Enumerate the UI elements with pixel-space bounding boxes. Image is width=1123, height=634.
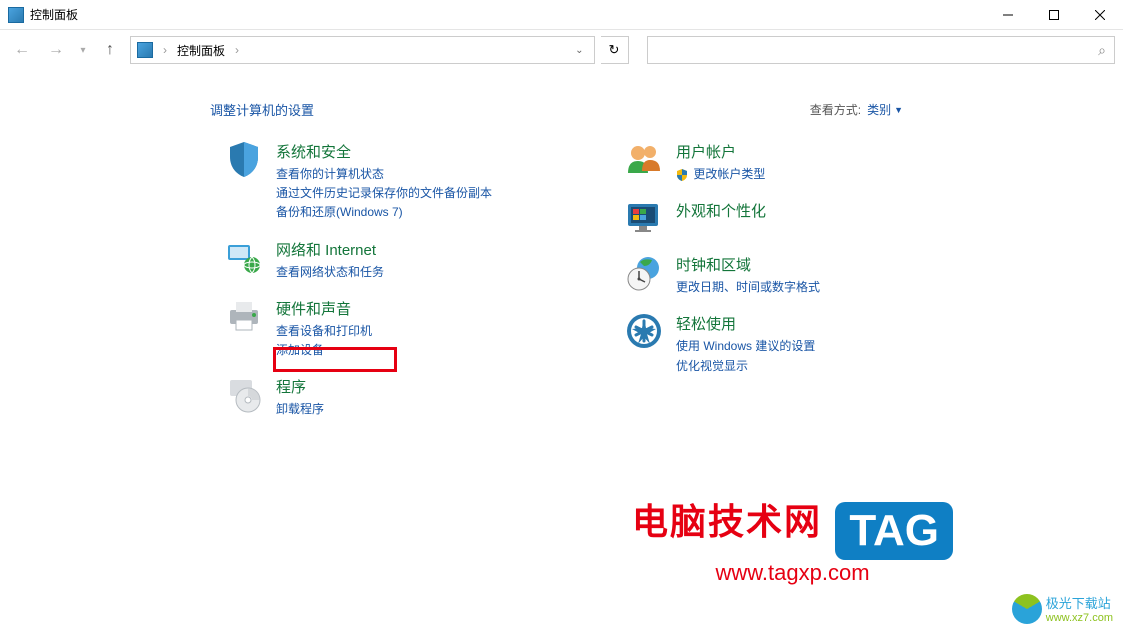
- watermark-xz7: 极光下载站 www.xz7.com: [1012, 593, 1113, 624]
- search-input[interactable]: [656, 43, 1099, 57]
- back-button[interactable]: ←: [8, 36, 36, 64]
- category-link[interactable]: 通过文件历史记录保存你的文件备份副本: [276, 184, 492, 203]
- category-link[interactable]: 备份和还原(Windows 7): [276, 203, 492, 222]
- category-programs: 程序 卸载程序: [224, 374, 544, 419]
- disc-icon: [224, 374, 264, 414]
- content-area: 调整计算机的设置 查看方式: 类别 ▼ 系统和安全 查看: [0, 70, 1123, 419]
- category-hardware: 硬件和声音 查看设备和打印机 添加设备: [224, 296, 544, 360]
- window-title: 控制面板: [30, 6, 78, 23]
- category-title[interactable]: 硬件和声音: [276, 298, 372, 319]
- category-title[interactable]: 程序: [276, 376, 324, 397]
- view-by-control: 查看方式: 类别 ▼: [810, 101, 903, 118]
- ease-of-access-icon: [624, 311, 664, 351]
- view-by-dropdown[interactable]: 类别 ▼: [867, 101, 903, 118]
- minimize-button[interactable]: [985, 0, 1031, 30]
- category-link[interactable]: 使用 Windows 建议的设置: [676, 337, 815, 356]
- titlebar: 控制面板: [0, 0, 1123, 30]
- chevron-right-icon: ›: [163, 43, 167, 57]
- chevron-down-icon: ▼: [894, 105, 903, 115]
- category-system-security: 系统和安全 查看你的计算机状态 通过文件历史记录保存你的文件备份副本 备份和还原…: [224, 139, 544, 223]
- category-link[interactable]: 优化视觉显示: [676, 357, 815, 376]
- category-title[interactable]: 时钟和区域: [676, 254, 820, 275]
- breadcrumb-root[interactable]: 控制面板: [177, 42, 225, 59]
- recent-dropdown[interactable]: ▾: [76, 36, 90, 64]
- monitor-icon: [624, 198, 664, 238]
- watermark-tag-badge: TAG: [835, 502, 953, 560]
- category-clock-region: 时钟和区域 更改日期、时间或数字格式: [624, 252, 944, 297]
- control-panel-icon: [137, 42, 153, 58]
- view-by-label: 查看方式:: [810, 101, 861, 118]
- page-heading: 调整计算机的设置: [210, 100, 314, 119]
- search-icon[interactable]: ⌕: [1098, 42, 1106, 59]
- watermark-url: www.tagxp.com: [632, 560, 953, 586]
- category-title[interactable]: 轻松使用: [676, 313, 815, 334]
- category-title[interactable]: 网络和 Internet: [276, 239, 384, 260]
- watermark-tagxp: 电脑技术网 TAG www.tagxp.com: [632, 493, 953, 586]
- watermark-text: 极光下载站: [1046, 596, 1111, 611]
- navigation-bar: ← → ▾ ↑ › 控制面板 › ⌄ ↻ ⌕: [0, 30, 1123, 70]
- category-link[interactable]: 更改日期、时间或数字格式: [676, 278, 820, 297]
- network-icon: [224, 237, 264, 277]
- category-link[interactable]: 添加设备: [276, 341, 372, 360]
- chevron-right-icon[interactable]: ›: [235, 43, 239, 57]
- category-title[interactable]: 系统和安全: [276, 141, 492, 162]
- category-title[interactable]: 用户帐户: [676, 141, 765, 162]
- watermark-logo-icon: [1012, 594, 1042, 624]
- uac-shield-icon: [676, 169, 688, 181]
- users-icon: [624, 139, 664, 179]
- category-link[interactable]: 查看设备和打印机: [276, 322, 372, 341]
- maximize-button[interactable]: [1031, 0, 1077, 30]
- clock-globe-icon: [624, 252, 664, 292]
- control-panel-icon: [8, 7, 24, 23]
- address-dropdown[interactable]: ⌄: [571, 45, 587, 56]
- category-ease-of-access: 轻松使用 使用 Windows 建议的设置 优化视觉显示: [624, 311, 944, 375]
- address-bar[interactable]: › 控制面板 › ⌄: [130, 36, 595, 64]
- shield-icon: [224, 139, 264, 179]
- watermark-url: www.xz7.com: [1046, 612, 1113, 624]
- refresh-button[interactable]: ↻: [601, 36, 629, 64]
- category-appearance: 外观和个性化: [624, 198, 944, 238]
- window-controls: [985, 0, 1123, 29]
- search-box[interactable]: ⌕: [647, 36, 1116, 64]
- up-button[interactable]: ↑: [96, 36, 124, 64]
- category-link[interactable]: 查看网络状态和任务: [276, 263, 384, 282]
- forward-button[interactable]: →: [42, 36, 70, 64]
- watermark-text: 电脑技术网: [632, 501, 822, 542]
- category-network: 网络和 Internet 查看网络状态和任务: [224, 237, 544, 282]
- category-title[interactable]: 外观和个性化: [676, 200, 766, 221]
- printer-icon: [224, 296, 264, 336]
- category-link[interactable]: 查看你的计算机状态: [276, 165, 492, 184]
- category-user-accounts: 用户帐户 更改帐户类型: [624, 139, 944, 184]
- category-link[interactable]: 更改帐户类型: [676, 165, 765, 184]
- close-button[interactable]: [1077, 0, 1123, 30]
- category-link[interactable]: 卸载程序: [276, 400, 324, 419]
